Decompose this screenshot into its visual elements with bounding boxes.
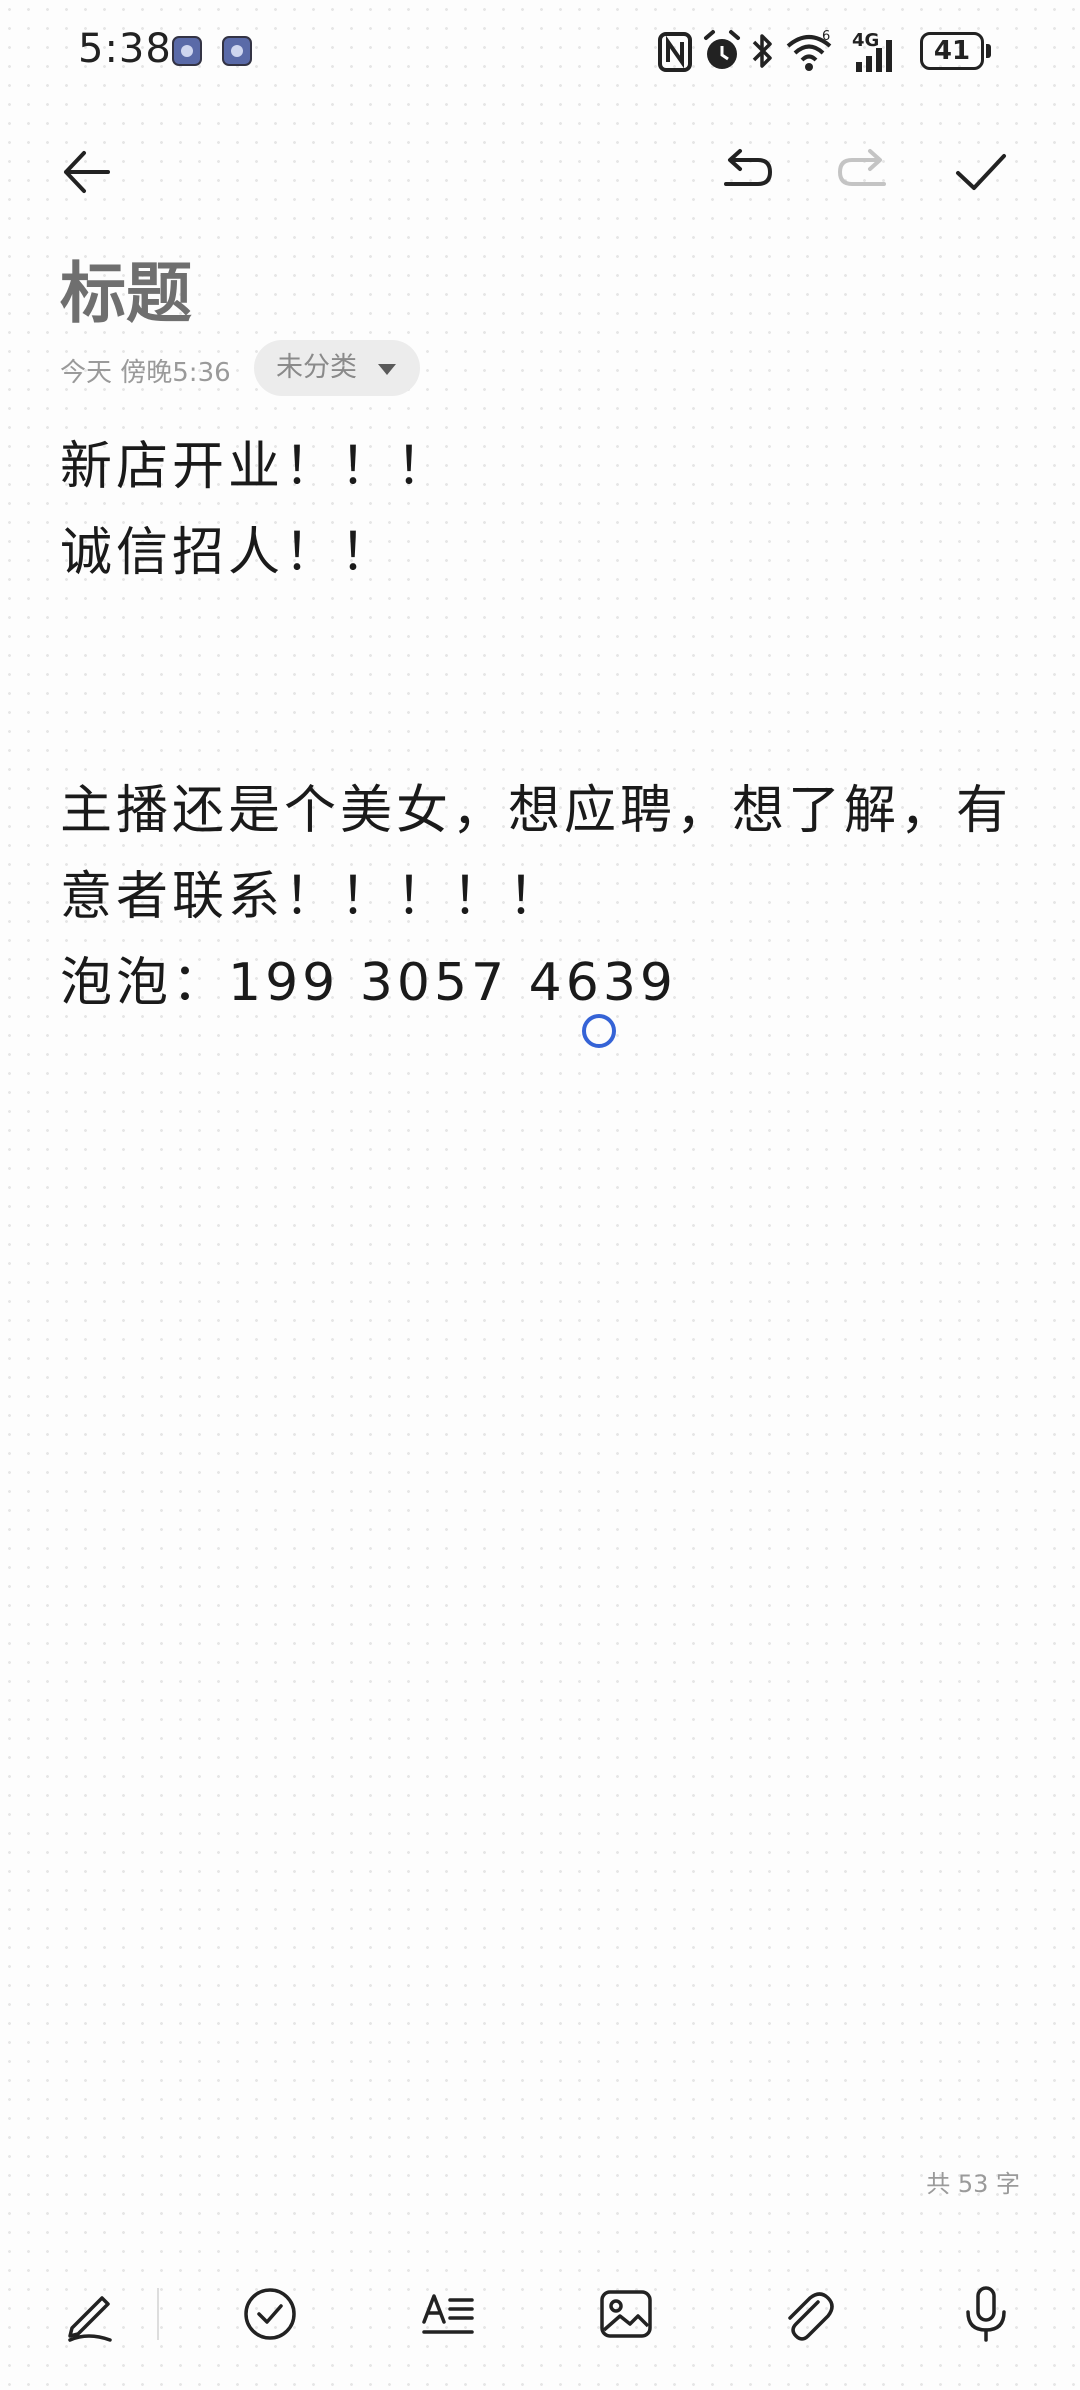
nfc-icon — [658, 32, 692, 72]
checklist-icon[interactable] — [238, 2282, 302, 2346]
notification-app-icon — [222, 36, 252, 66]
attachment-icon[interactable] — [774, 2282, 838, 2346]
bluetooth-icon — [752, 34, 772, 68]
redo-icon[interactable] — [832, 140, 896, 204]
pen-icon[interactable] — [58, 2282, 122, 2346]
status-bar: 5:38 6 4G 41 — [0, 0, 1080, 100]
note-title[interactable]: 标题 — [60, 240, 192, 336]
text-format-icon[interactable] — [416, 2282, 480, 2346]
status-time: 5:38 — [78, 26, 172, 72]
bottom-toolbar — [0, 2260, 1080, 2370]
note-date: 今天 傍晚5:36 — [60, 358, 231, 388]
microphone-icon[interactable] — [954, 2282, 1018, 2346]
category-label: 未分类 — [276, 352, 357, 383]
battery-tip — [986, 44, 991, 58]
text-cursor-handle[interactable] — [582, 1014, 616, 1048]
wifi-icon: 6 — [786, 29, 832, 71]
back-arrow-icon[interactable] — [56, 140, 120, 204]
notification-app-icon — [172, 36, 202, 66]
category-dropdown[interactable]: 未分类 — [254, 340, 420, 396]
chevron-down-icon — [378, 364, 396, 375]
battery-icon: 41 — [920, 32, 984, 70]
svg-text:6: 6 — [822, 29, 830, 44]
checkmark-icon[interactable] — [948, 140, 1012, 204]
note-line: 主播还是个美女，想应聘，想了解，有 — [60, 781, 1013, 841]
cellular-signal-icon — [856, 40, 892, 72]
image-icon[interactable] — [594, 2282, 658, 2346]
note-line: 新店开业！！！ — [60, 437, 453, 497]
toolbar-divider — [157, 2288, 159, 2340]
note-line: 诚信招人！！ — [60, 523, 397, 583]
alarm-icon — [704, 30, 740, 69]
note-line: 泡泡：199 3057 4639 — [60, 953, 677, 1013]
undo-icon[interactable] — [714, 140, 778, 204]
note-line: 意者联系！！！！！ — [60, 867, 565, 927]
word-count: 共 53 字 — [926, 2170, 1020, 2198]
